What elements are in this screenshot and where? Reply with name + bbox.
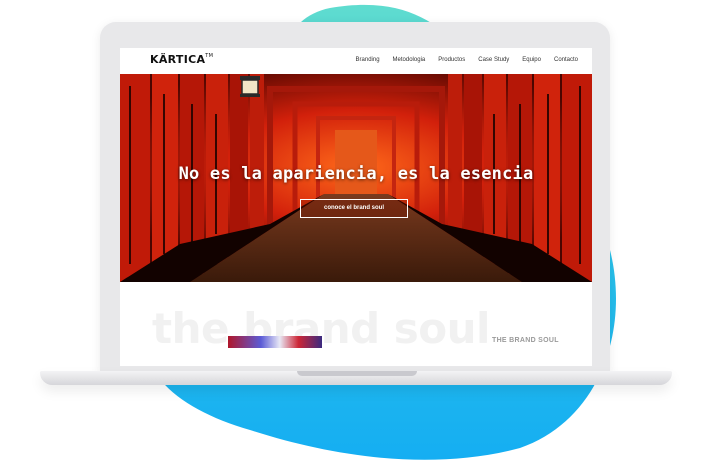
- nav-item-case-study[interactable]: Case Study: [478, 57, 509, 63]
- hero-title: No es la apariencia, es la esencia: [178, 164, 534, 184]
- nav-item-productos[interactable]: Productos: [438, 57, 465, 63]
- brand-soul-label: THE BRAND SOUL: [492, 337, 559, 344]
- brand-logo-text: KÄRTICA: [150, 53, 206, 66]
- laptop-notch: [297, 371, 417, 376]
- brand-soul-section: the brand soul THE BRAND SOUL: [120, 282, 592, 366]
- laptop-screen: KÄRTICATM Branding Metodologia Productos…: [120, 48, 592, 366]
- brand-logo-trademark: TM: [205, 53, 214, 59]
- nav-item-branding[interactable]: Branding: [356, 57, 380, 63]
- site-navbar: KÄRTICATM Branding Metodologia Productos…: [120, 48, 592, 74]
- mockup-stage: KÄRTICATM Branding Metodologia Productos…: [0, 0, 719, 464]
- brand-soul-button[interactable]: conoce el brand soul: [300, 199, 408, 218]
- nav-menu: Branding Metodologia Productos Case Stud…: [356, 57, 578, 63]
- nav-item-equipo[interactable]: Equipo: [522, 57, 541, 63]
- hero-banner: No es la apariencia, es la esencia conoc…: [120, 74, 592, 282]
- brand-soul-thumbnail: [228, 336, 322, 348]
- nav-item-metodologia[interactable]: Metodologia: [393, 57, 426, 63]
- nav-item-contacto[interactable]: Contacto: [554, 57, 578, 63]
- brand-logo[interactable]: KÄRTICATM: [150, 53, 213, 66]
